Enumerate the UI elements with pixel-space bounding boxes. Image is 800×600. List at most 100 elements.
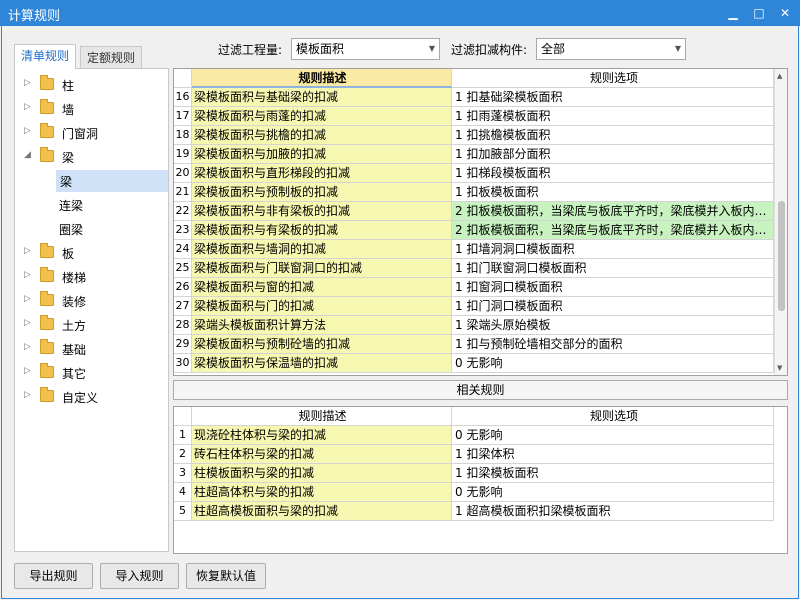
collapse-arrow-icon[interactable]: ◢ <box>24 150 31 160</box>
expand-arrow-icon[interactable]: ▷ <box>24 126 31 136</box>
expand-arrow-icon[interactable]: ▷ <box>24 102 31 112</box>
tree-item-label: 板 <box>62 247 75 261</box>
tree-item-label: 连梁 <box>59 199 84 213</box>
row-option[interactable]: 1 梁端头原始模板 <box>452 316 774 335</box>
title-bar: 计算规则 ▁ □ ✕ <box>0 0 800 26</box>
row-number: 24 <box>174 240 192 259</box>
header-option[interactable]: 规则选项 <box>452 69 774 88</box>
tree-item-label: 梁 <box>60 175 73 189</box>
scroll-thumb[interactable] <box>778 201 785 311</box>
tree-item[interactable]: ▷ 楼梯 <box>15 266 168 288</box>
row-option[interactable]: 0 无影响 <box>452 426 774 445</box>
row-option[interactable]: 1 扣门洞口模板面积 <box>452 297 774 316</box>
row-number: 26 <box>174 278 192 297</box>
dialog-body: 清单规则 定额规则 ▷ 柱 ▷ 墙 ▷ 门窗洞 ◢ 梁梁连梁 圈梁 ▷ 板 ▷ 楼梯 ▷ 装修 ▷ 土方 ▷ 基础 ▷… <box>1 26 799 599</box>
tree-item[interactable]: ◢ 梁 <box>15 146 168 168</box>
quantity-filter-select[interactable]: 模板面积 ▼ <box>291 38 440 60</box>
expand-arrow-icon[interactable]: ▷ <box>24 318 31 328</box>
tree-item[interactable]: ▷ 自定义 <box>15 386 168 408</box>
header-desc[interactable]: 规则描述 <box>192 69 452 88</box>
tree-item[interactable]: 圈梁 <box>15 218 168 240</box>
row-option[interactable]: 1 扣挑檐模板面积 <box>452 126 774 145</box>
row-number: 29 <box>174 335 192 354</box>
tree-item[interactable]: ▷ 基础 <box>15 338 168 360</box>
tree-item[interactable]: ▷ 土方 <box>15 314 168 336</box>
tree-item[interactable]: ▷ 板 <box>15 242 168 264</box>
expand-arrow-icon[interactable]: ▷ <box>24 246 31 256</box>
row-option[interactable]: 1 扣梯段模板面积 <box>452 164 774 183</box>
row-desc: 梁模板面积与直形梯段的扣减 <box>192 164 452 183</box>
expand-arrow-icon[interactable]: ▷ <box>24 294 31 304</box>
expand-arrow-icon[interactable]: ▷ <box>24 390 31 400</box>
row-desc: 梁模板面积与加腋的扣减 <box>192 145 452 164</box>
row-option[interactable]: 1 扣加腋部分面积 <box>452 145 774 164</box>
row-desc: 柱超高体积与梁的扣减 <box>192 483 452 502</box>
tree-item[interactable]: ▷ 墙 <box>15 98 168 120</box>
row-option[interactable]: 0 无影响 <box>452 483 774 502</box>
chevron-down-icon: ▼ <box>428 44 435 53</box>
row-desc: 梁模板面积与门的扣减 <box>192 297 452 316</box>
scroll-up-icon[interactable]: ▲ <box>777 72 782 80</box>
row-option[interactable]: 1 扣窗洞口模板面积 <box>452 278 774 297</box>
tree-item[interactable]: 连梁 <box>15 194 168 216</box>
tab-quota-rules[interactable]: 定额规则 <box>80 46 143 70</box>
row-desc: 梁模板面积与挑檐的扣减 <box>192 126 452 145</box>
folder-icon <box>40 123 54 138</box>
tree-item[interactable]: ▷ 门窗洞 <box>15 122 168 144</box>
row-number: 16 <box>174 88 192 107</box>
restore-defaults-button[interactable]: 恢复默认值 <box>186 563 266 589</box>
row-option[interactable]: 1 扣墙洞洞口模板面积 <box>452 240 774 259</box>
tree-item-label: 柱 <box>62 79 75 93</box>
row-number: 18 <box>174 126 192 145</box>
expand-arrow-icon[interactable]: ▷ <box>24 366 31 376</box>
row-option[interactable]: 2 扣板模板面积，当梁底与板底平齐时，梁底模并入板内计算 <box>452 221 774 240</box>
tree-item-label: 楼梯 <box>62 271 87 285</box>
row-desc: 梁模板面积与门联窗洞口的扣减 <box>192 259 452 278</box>
export-rules-button[interactable]: 导出规则 <box>14 563 93 589</box>
category-tree: ▷ 柱 ▷ 墙 ▷ 门窗洞 ◢ 梁梁连梁 圈梁 ▷ 板 ▷ 楼梯 ▷ 装修 ▷ 土方 ▷ 基础 ▷ 其它 ▷ 自定义 <box>14 68 169 552</box>
tree-item-label: 墙 <box>62 103 75 117</box>
expand-arrow-icon[interactable]: ▷ <box>24 342 31 352</box>
tree-item[interactable]: ▷ 其它 <box>15 362 168 384</box>
row-option[interactable]: 1 扣雨蓬模板面积 <box>452 107 774 126</box>
row-option[interactable]: 1 扣梁模板面积 <box>452 464 774 483</box>
tree-item[interactable]: 梁 <box>56 170 168 192</box>
folder-icon <box>40 291 54 306</box>
close-button[interactable]: ✕ <box>774 2 796 24</box>
member-filter-value: 全部 <box>541 42 566 56</box>
folder-icon <box>40 267 54 282</box>
import-rules-button[interactable]: 导入规则 <box>100 563 179 589</box>
row-option[interactable]: 1 扣门联窗洞口模板面积 <box>452 259 774 278</box>
folder-icon <box>40 339 54 354</box>
folder-icon <box>40 99 54 114</box>
row-option[interactable]: 1 扣板模板面积 <box>452 183 774 202</box>
header-desc[interactable]: 规则描述 <box>192 407 452 426</box>
row-option[interactable]: 1 扣与预制砼墙相交部分的面积 <box>452 335 774 354</box>
minimize-button[interactable]: ▁ <box>722 2 744 24</box>
expand-arrow-icon[interactable]: ▷ <box>24 78 31 88</box>
tree-item[interactable]: ▷ 柱 <box>15 74 168 96</box>
tree-item[interactable]: ▷ 装修 <box>15 290 168 312</box>
header-option[interactable]: 规则选项 <box>452 407 774 426</box>
vertical-scrollbar[interactable]: ▲ ▼ <box>774 69 787 375</box>
quantity-filter-label: 过滤工程量: <box>218 43 283 57</box>
tree-item-label: 自定义 <box>62 391 99 405</box>
row-number: 30 <box>174 354 192 373</box>
related-rules-bar[interactable]: 相关规则 <box>173 380 788 400</box>
row-desc: 梁模板面积与窗的扣减 <box>192 278 452 297</box>
folder-icon <box>40 363 54 378</box>
row-option[interactable]: 1 超高模板面积扣梁模板面积 <box>452 502 774 521</box>
row-option[interactable]: 0 无影响 <box>452 354 774 373</box>
tree-item-label: 圈梁 <box>59 223 84 237</box>
row-option[interactable]: 1 扣梁体积 <box>452 445 774 464</box>
row-option[interactable]: 2 扣板模板面积，当梁底与板底平齐时，梁底模并入板内计算 <box>452 202 774 221</box>
scroll-down-icon[interactable]: ▼ <box>777 364 782 372</box>
row-option[interactable]: 1 扣基础梁模板面积 <box>452 88 774 107</box>
member-filter-select[interactable]: 全部 ▼ <box>536 38 686 60</box>
maximize-button[interactable]: □ <box>748 2 770 24</box>
tree-item-label: 基础 <box>62 343 87 357</box>
row-number: 3 <box>174 464 192 483</box>
tab-list-rules[interactable]: 清单规则 <box>14 44 77 69</box>
expand-arrow-icon[interactable]: ▷ <box>24 270 31 280</box>
row-desc: 现浇砼柱体积与梁的扣减 <box>192 426 452 445</box>
